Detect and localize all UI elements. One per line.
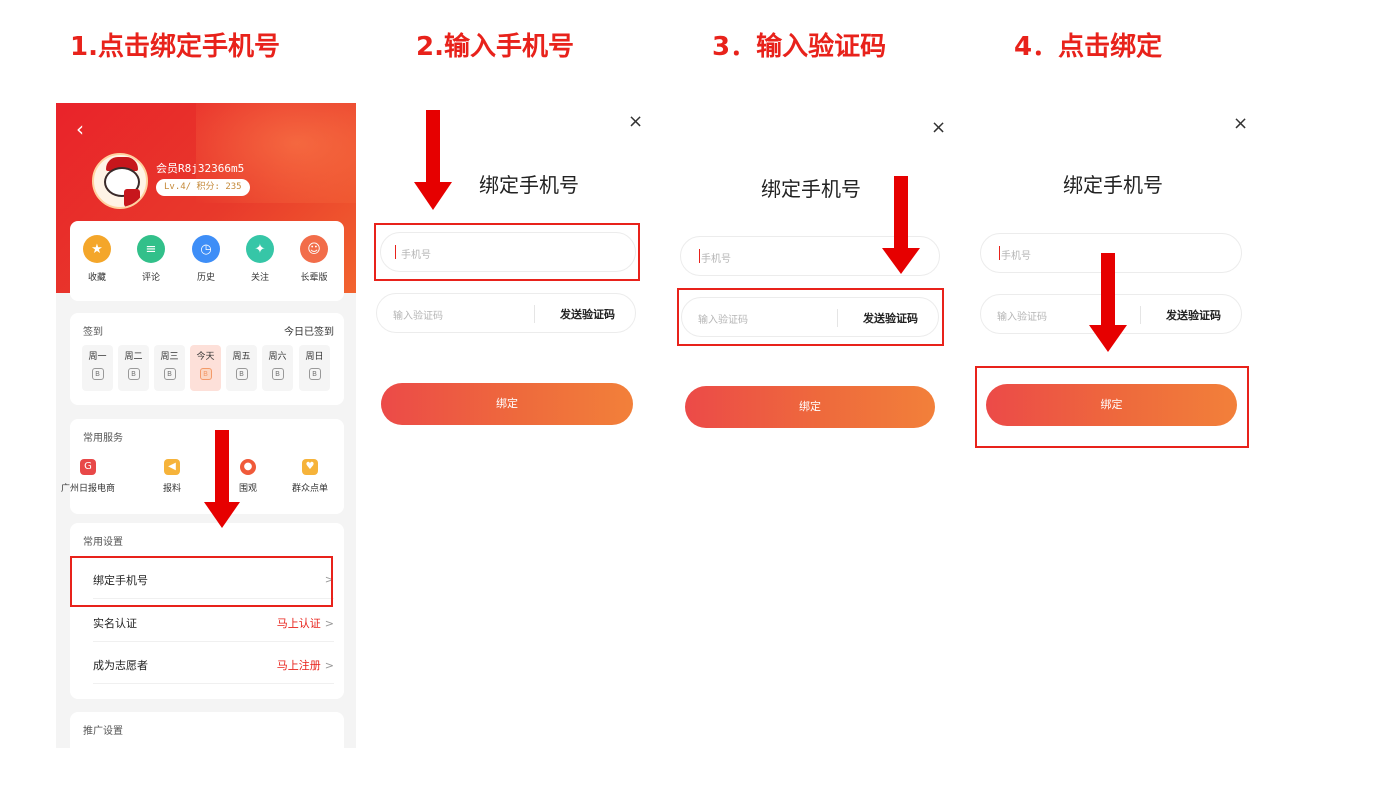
- services-title: 常用服务: [83, 433, 123, 444]
- bind-button[interactable]: 绑定: [685, 386, 935, 428]
- volunteer-row[interactable]: 成为志愿者 马上注册 >: [93, 646, 334, 684]
- arrow-down-icon: [882, 176, 920, 274]
- coin-icon: B: [308, 368, 321, 380]
- coin-icon: B: [127, 368, 140, 380]
- service-ecommerce[interactable]: G 广州日报电商: [58, 459, 118, 494]
- settings-title: 常用设置: [83, 537, 123, 548]
- quick-links-card: ★ 收藏 ≡ 评论 ◷ 历史 ✦ 关注 ☺ 长辈版: [70, 221, 344, 301]
- heart-icon: ♥: [302, 459, 318, 475]
- megaphone-icon: ◀: [164, 459, 180, 475]
- profile-screen: ‹ 会员R8j32366m5 Lv.4/ 积分: 235 ★ 收藏 ≡ 评论 ◷…: [56, 103, 356, 748]
- real-name-row[interactable]: 实名认证 马上认证 >: [93, 604, 334, 642]
- send-code-button[interactable]: 发送验证码: [1166, 307, 1221, 323]
- checkin-day[interactable]: 周一 B: [82, 345, 113, 391]
- checkin-day[interactable]: 周三 B: [154, 345, 185, 391]
- close-icon[interactable]: ×: [931, 117, 946, 138]
- coin-icon: B: [271, 368, 284, 380]
- checkin-title: 签到: [83, 327, 103, 338]
- step-2-title: 2.输入手机号: [416, 32, 574, 62]
- code-input[interactable]: 输入验证码 发送验证码: [376, 293, 636, 333]
- chevron-right-icon: >: [324, 658, 334, 672]
- highlight-code-input: [677, 288, 944, 346]
- chevron-right-icon: >: [324, 616, 334, 630]
- quick-link-follow[interactable]: ✦ 关注: [236, 235, 284, 283]
- send-code-button[interactable]: 发送验证码: [560, 306, 615, 322]
- follow-icon: ✦: [246, 235, 274, 263]
- close-icon[interactable]: ×: [628, 111, 643, 132]
- clock-icon: ◷: [192, 235, 220, 263]
- bind-button[interactable]: 绑定: [381, 383, 633, 425]
- promo-title: 推广设置: [83, 726, 123, 737]
- coin-icon: B: [91, 368, 104, 380]
- quick-link-elder-mode[interactable]: ☺ 长辈版: [290, 235, 338, 283]
- highlight-bind-button: [975, 366, 1249, 448]
- coin-icon: B: [163, 368, 176, 380]
- step-1-title: 1.点击绑定手机号: [70, 32, 280, 62]
- level-badge: Lv.4/ 积分: 235: [156, 179, 250, 196]
- shop-icon: G: [80, 459, 96, 475]
- step-3-title: 3．输入验证码: [712, 32, 887, 62]
- highlight-phone-input: [374, 223, 640, 281]
- checkin-day-today[interactable]: 今天 B: [190, 345, 221, 391]
- checkin-day[interactable]: 周日 B: [299, 345, 330, 391]
- service-order[interactable]: ♥ 群众点单: [280, 459, 340, 494]
- quick-link-history[interactable]: ◷ 历史: [182, 235, 230, 283]
- elder-icon: ☺: [300, 235, 328, 263]
- checkin-day[interactable]: 周六 B: [262, 345, 293, 391]
- quick-link-favorites[interactable]: ★ 收藏: [73, 235, 121, 283]
- arrow-down-icon: [1089, 253, 1127, 352]
- comment-icon: ≡: [137, 235, 165, 263]
- username: 会员R8j32366m5: [156, 162, 245, 175]
- highlight-bind-phone-row: [70, 556, 333, 607]
- step-4-title: 4．点击绑定: [1014, 32, 1163, 62]
- service-report[interactable]: ◀ 报料: [142, 459, 202, 494]
- checkin-status: 今日已签到: [284, 327, 334, 338]
- bind-title: 绑定手机号: [1063, 173, 1163, 197]
- eye-icon: ●: [240, 459, 256, 475]
- promo-card: 推广设置: [70, 712, 344, 748]
- coin-icon: B: [235, 368, 248, 380]
- checkin-day[interactable]: 周五 B: [226, 345, 257, 391]
- settings-card: 常用设置 绑定手机号 > 实名认证 马上认证 > 成为志愿者 马上注册 >: [70, 523, 344, 699]
- bind-panel-step-3: × 绑定手机号 手机号 输入验证码 发送验证码 绑定: [678, 103, 948, 463]
- quick-link-comments[interactable]: ≡ 评论: [127, 235, 175, 283]
- arrow-down-icon: [414, 110, 452, 210]
- coin-icon: B: [199, 368, 212, 380]
- checkin-day[interactable]: 周二 B: [118, 345, 149, 391]
- back-icon[interactable]: ‹: [76, 117, 84, 141]
- checkin-card: 签到 今日已签到 周一 B 周二 B 周三 B 今天 B 周五 B 周六 B 周日 B: [70, 313, 344, 405]
- arrow-down-icon: [204, 430, 240, 528]
- star-icon: ★: [83, 235, 111, 263]
- avatar[interactable]: [92, 153, 148, 209]
- close-icon[interactable]: ×: [1233, 113, 1248, 134]
